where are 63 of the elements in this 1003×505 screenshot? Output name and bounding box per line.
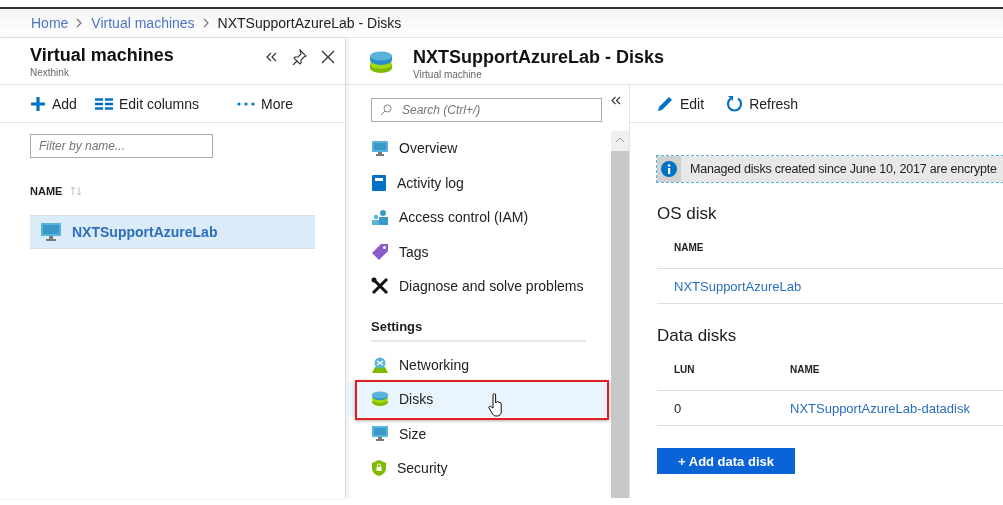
ellipsis-icon xyxy=(237,101,256,106)
refresh-icon xyxy=(726,95,744,112)
vm-name-link[interactable]: NXTSupportAzureLab xyxy=(72,224,218,240)
people-icon xyxy=(371,209,389,226)
hand-cursor-icon xyxy=(488,393,504,417)
disk-icon xyxy=(369,51,393,75)
section-heading: Data disks xyxy=(657,326,738,346)
info-icon xyxy=(661,161,677,177)
add-data-disk-button[interactable]: + Add data disk xyxy=(657,448,795,474)
disk-link[interactable]: NXTSupportAzureLab xyxy=(674,278,802,294)
breadcrumb-link[interactable]: Home xyxy=(31,15,69,31)
breadcrumb-link[interactable]: Virtual machines xyxy=(91,15,195,31)
columns-icon xyxy=(94,97,113,110)
add-button[interactable]: Add xyxy=(30,95,77,112)
breadcrumb-current-page: NXTSupportAzureLab - Disks xyxy=(217,15,402,31)
menu-item[interactable]: Access control (IAM) xyxy=(346,200,611,235)
menu-item[interactable]: Security xyxy=(346,451,611,486)
info-text: Managed disks created since June 10, 2017 are encrypte xyxy=(689,162,997,176)
shield-icon xyxy=(371,459,387,478)
menu-item[interactable]: Disks xyxy=(346,382,611,417)
pin-icon[interactable] xyxy=(291,49,307,65)
menu-item[interactable]: Size xyxy=(346,416,611,451)
tools-icon xyxy=(371,277,389,296)
collapse-icon[interactable] xyxy=(611,96,621,105)
network-icon xyxy=(371,355,389,374)
edit-columns-button[interactable]: Edit columns xyxy=(94,95,200,112)
collapse-icon[interactable] xyxy=(266,52,277,62)
edit-button[interactable]: Edit xyxy=(657,95,705,112)
menu-item[interactable]: Overview xyxy=(346,131,611,166)
monitor-icon xyxy=(40,222,62,242)
disk-link[interactable]: NXTSupportAzureLab-datadisk xyxy=(790,400,970,416)
monitor-icon xyxy=(371,139,389,157)
blade-title: Virtual machines xyxy=(30,45,174,66)
scrollbar[interactable] xyxy=(611,131,629,498)
column-header: NAME xyxy=(674,242,704,253)
chevron-icon xyxy=(76,18,84,28)
column-header: LUN xyxy=(674,364,696,375)
blade-title: NXTSupportAzureLab - Disks xyxy=(413,47,665,68)
section-header: Settings xyxy=(371,305,586,342)
vm-row[interactable]: NXTSupportAzureLab xyxy=(30,215,315,249)
log-icon xyxy=(371,173,387,192)
column-header: NAME xyxy=(790,364,820,375)
table-cell-text: 0 xyxy=(674,400,683,416)
plus-icon xyxy=(30,95,46,112)
menu-item[interactable]: Activity log xyxy=(346,165,611,200)
refresh-button[interactable]: Refresh xyxy=(726,95,799,112)
section-heading: OS disk xyxy=(657,204,718,224)
filter-field[interactable]: Filter by name... xyxy=(30,134,213,158)
monitor-icon xyxy=(371,425,389,443)
tag-icon xyxy=(371,242,389,261)
blade-subtitle: Nexthink xyxy=(30,67,70,78)
more-button[interactable]: More xyxy=(237,95,293,112)
blade-subtitle: Virtual machine xyxy=(413,69,483,80)
search-icon xyxy=(380,104,392,116)
menu-item[interactable]: Networking xyxy=(346,347,611,382)
search-field[interactable]: Search (Ctrl+/) xyxy=(371,98,602,122)
close-icon[interactable] xyxy=(321,50,335,64)
menu-item[interactable]: Diagnose and solve problems xyxy=(346,269,611,304)
pencil-icon xyxy=(657,95,674,112)
chevron-icon xyxy=(202,18,210,28)
disk-icon xyxy=(371,391,389,408)
column-header[interactable]: NAME xyxy=(30,185,63,197)
menu-item[interactable]: Tags xyxy=(346,234,611,269)
